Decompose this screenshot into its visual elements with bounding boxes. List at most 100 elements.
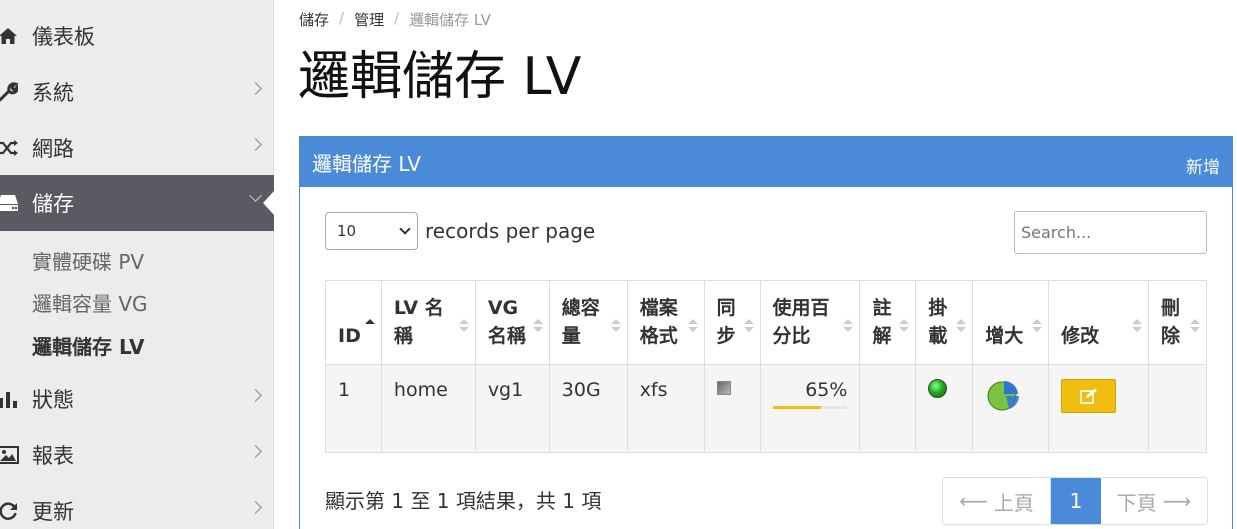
sort-icon [1131,319,1142,332]
edit-button[interactable] [1061,379,1117,413]
col-header-label: ID [338,325,361,347]
arrow-right-icon: ⟶ [1162,489,1192,513]
per-page-control: 10 records per page [325,212,595,250]
mounted-led-icon[interactable] [928,379,948,398]
sidebar-item-label: 儲存 [32,192,74,216]
grow-pie-icon[interactable] [985,379,1021,411]
breadcrumb-item-current: 邏輯儲存 LV [409,11,491,29]
edit-icon [1079,388,1097,404]
submenu-item-pv[interactable]: 實體硬碟 PV [32,246,144,275]
col-header-label: 同步 [716,297,736,347]
image-icon [0,446,22,464]
sidebar-item-label: 狀態 [32,388,74,412]
chevron-right-icon [249,501,262,514]
col-header-comment[interactable]: 註解 [859,280,917,365]
cell-usage: 65% [759,364,861,453]
chevron-right-icon [249,389,262,402]
submenu-item-vg[interactable]: 邏輯容量 VG [32,288,148,317]
per-page-value: 10 [337,222,357,240]
sidebar-item-storage[interactable]: 儲存 [0,175,274,231]
main-content: 儲存 / 管理 / 邏輯儲存 LV 邏輯儲存 LV 邏輯儲存 LV 新增 10 … [274,0,1237,529]
col-header-label: 修改 [1061,325,1100,347]
sync-status-icon [716,381,731,395]
sort-icon [1190,319,1200,332]
sidebar-item-update[interactable]: 更新 [0,483,274,529]
sort-icon [743,319,754,332]
sort-icon [956,319,967,332]
page-number-button[interactable]: 1 [1051,478,1101,524]
col-header-label: 檔案格式 [639,297,678,347]
sort-icon [843,319,854,332]
sidebar: 儀表板 系統 網路 儲存 實體硬碟 PV 邏輯容量 VG 邏輯儲存 LV 狀態 [0,0,274,529]
prev-page-label: 上頁 [993,490,1034,515]
sidebar-item-label: 儀表板 [32,25,95,49]
sidebar-item-status[interactable]: 狀態 [0,371,274,427]
cell-edit [1048,364,1149,453]
col-header-delete[interactable]: 刪除 [1147,280,1208,365]
refresh-icon [0,501,22,521]
col-header-sync[interactable]: 同步 [703,280,761,365]
col-header-label: 總容量 [561,297,600,347]
col-header-grow[interactable]: 增大 [972,280,1050,365]
breadcrumb-item-storage[interactable]: 儲存 [299,9,329,30]
cell-comment [859,364,917,453]
sidebar-item-dashboard[interactable]: 儀表板 [0,8,274,64]
col-header-label: 增大 [985,325,1024,347]
sidebar-item-system[interactable]: 系統 [0,64,274,120]
sidebar-item-network[interactable]: 網路 [0,120,274,176]
sort-icon [687,319,698,332]
cell-delete [1147,364,1208,453]
breadcrumb-separator: / [394,9,400,27]
breadcrumb-item-manage[interactable]: 管理 [354,9,384,30]
wrench-icon [0,82,22,102]
col-header-size[interactable]: 總容量 [548,280,628,365]
chevron-right-icon [249,82,262,95]
submenu-item-lv[interactable]: 邏輯儲存 LV [32,331,144,360]
next-page-label: 下頁 [1116,490,1157,515]
lv-panel: 邏輯儲存 LV 新增 10 records per page ID LV 名稱 … [299,136,1233,529]
chevron-right-icon [249,445,262,458]
sidebar-item-label: 系統 [32,81,74,105]
add-button[interactable]: 新增 [1186,153,1220,178]
col-header-label: 使用百分比 [772,297,830,347]
cell-size: 30G [548,364,628,453]
home-icon [0,27,22,45]
col-header-mount[interactable]: 掛載 [915,280,974,365]
prev-page-button[interactable]: ⟵ 上頁 [943,478,1051,524]
cell-vg-name: vg1 [474,364,550,453]
lv-table: ID LV 名稱 VG 名稱 總容量 檔案格式 同步 使用百分比 註解 掛載 增… [325,280,1208,453]
shuffle-icon [0,139,22,157]
next-page-button[interactable]: 下頁 ⟶ [1101,478,1207,524]
col-header-vg-name[interactable]: VG 名稱 [474,280,550,365]
sort-icon [1032,319,1043,332]
sidebar-item-label: 更新 [32,500,74,524]
cell-format: xfs [626,364,705,453]
pagination: ⟵ 上頁 1 下頁 ⟶ [942,477,1208,525]
table-header-row: ID LV 名稱 VG 名稱 總容量 檔案格式 同步 使用百分比 註解 掛載 增… [325,280,1208,365]
sidebar-item-label: 報表 [32,444,74,468]
table-row: 1 home vg1 30G xfs 65% [325,364,1208,453]
cell-lv-name: home [380,364,476,453]
sort-asc-icon [364,319,375,332]
cell-mount [915,364,974,453]
chevron-right-icon [249,138,262,151]
usage-progress-bar [772,406,848,409]
col-header-lv-name[interactable]: LV 名稱 [380,280,476,365]
col-header-id[interactable]: ID [325,280,382,365]
search-input[interactable] [1014,211,1207,254]
sort-icon [610,319,621,332]
col-header-format[interactable]: 檔案格式 [626,280,705,365]
usage-progress-fill [772,406,822,409]
col-header-edit[interactable]: 修改 [1048,280,1149,365]
bar-chart-icon [0,390,22,408]
per-page-select[interactable]: 10 [325,212,418,250]
cell-grow [972,364,1050,453]
sidebar-item-report[interactable]: 報表 [0,427,274,483]
col-header-label: 註解 [872,297,892,347]
col-header-label: LV 名稱 [393,297,444,347]
per-page-label: records per page [425,219,596,243]
col-header-label: 掛載 [928,297,948,347]
cell-sync [703,364,761,453]
sort-icon [458,319,469,332]
col-header-usage[interactable]: 使用百分比 [759,280,861,365]
